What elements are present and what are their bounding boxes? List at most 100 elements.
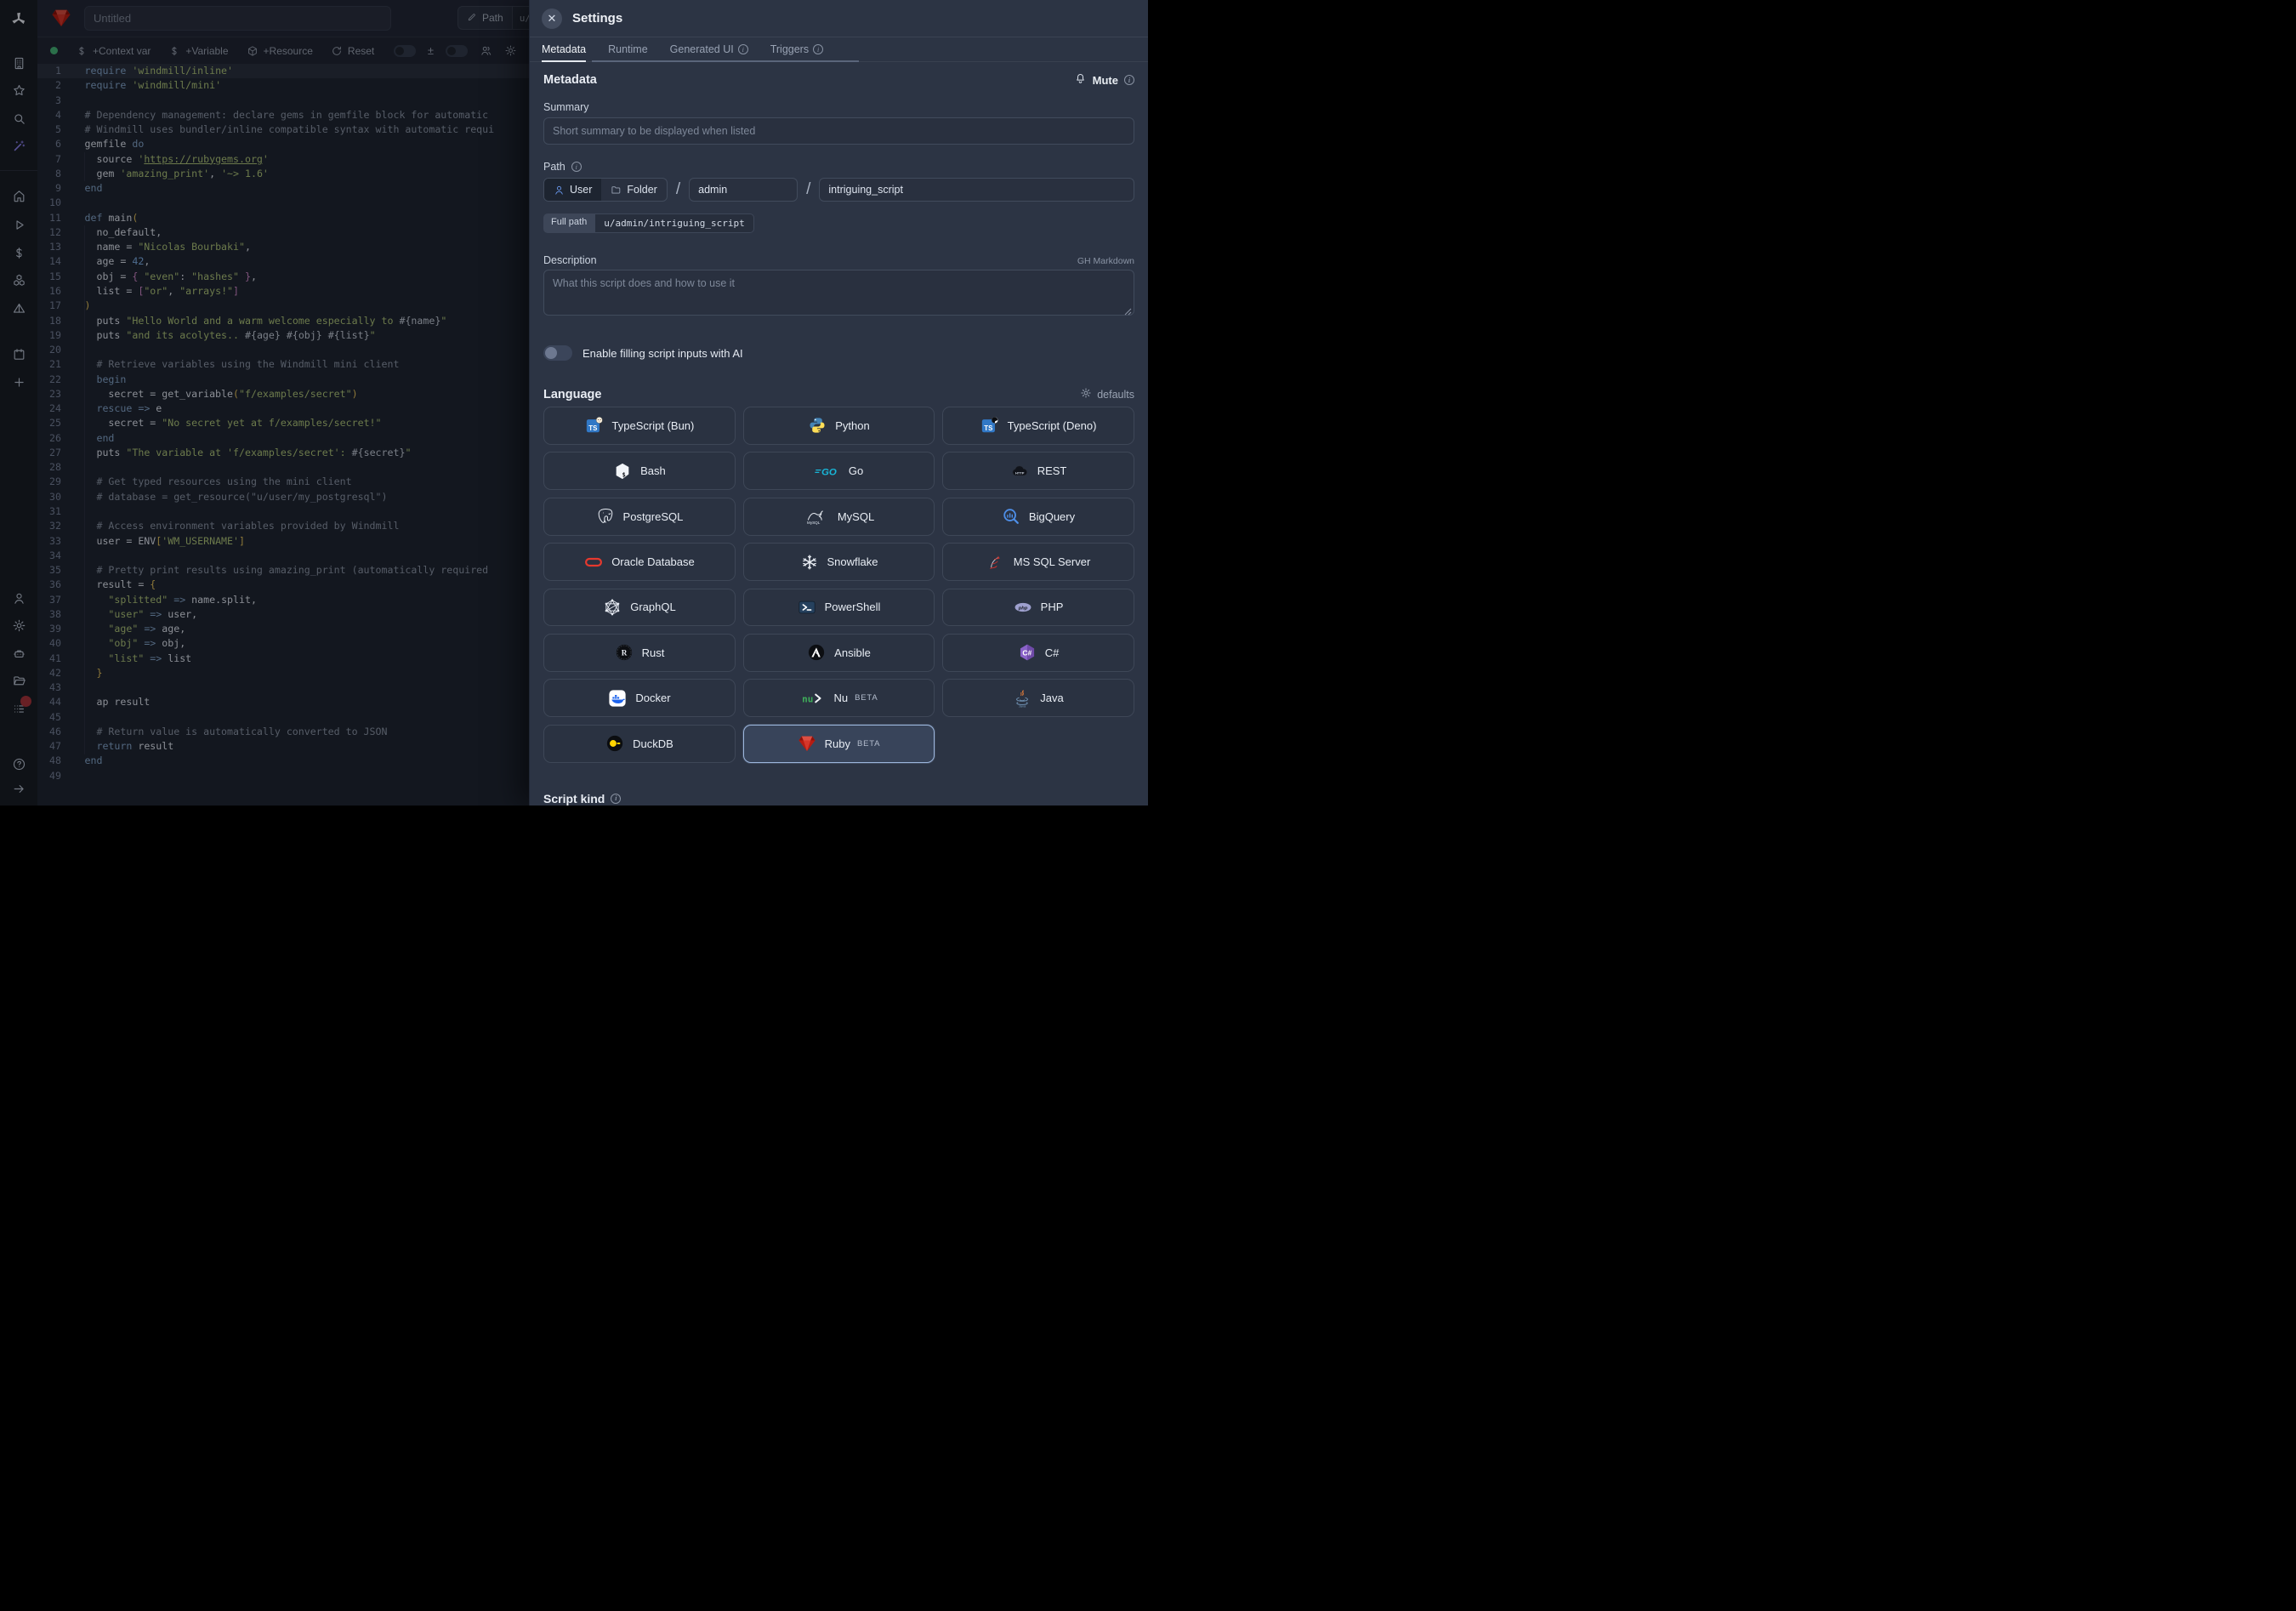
language-label: PostgreSQL [623, 510, 684, 523]
ai-fill-toggle[interactable] [543, 345, 572, 361]
language-python-button[interactable]: Python [743, 407, 935, 445]
sidebar-item-building-icon[interactable] [10, 54, 27, 71]
language-docker-button[interactable]: Docker [543, 679, 736, 717]
svg-text:GO: GO [821, 467, 837, 477]
line-number: 24 [37, 401, 61, 416]
language-rust-button[interactable]: RRust [543, 634, 736, 672]
toolbar-resource-button[interactable]: +Resource [247, 45, 313, 57]
sidebar-item-gear-icon[interactable] [10, 617, 27, 634]
line-number: 6 [37, 137, 61, 151]
sidebar-item-home-icon[interactable] [10, 187, 27, 204]
line-number: 47 [37, 739, 61, 754]
code-line-text: puts "and its acolytes.. #{age} #{obj} #… [85, 328, 376, 343]
language-nu-button[interactable]: nuNuBETA [743, 679, 935, 717]
tab-info-icon: i [738, 44, 748, 54]
line-number: 7 [37, 152, 61, 167]
script-title-input[interactable] [84, 6, 391, 31]
svg-text:TS: TS [588, 424, 597, 432]
toolbar-contextvar-button[interactable]: +Context var [76, 45, 151, 57]
language-typescript-deno--button[interactable]: TSTypeScript (Deno) [942, 407, 1134, 445]
language-graphql-button[interactable]: GraphQL [543, 589, 736, 627]
line-number: 19 [37, 328, 61, 343]
sidebar-item-calendar-icon[interactable] [10, 345, 27, 362]
line-number: 29 [37, 475, 61, 489]
language-ansible-button[interactable]: Ansible [743, 634, 935, 672]
plus-minus-icon: ± [428, 44, 434, 57]
code-line-text: } [85, 666, 103, 680]
path-info-icon: i [571, 162, 582, 172]
language-rest-button[interactable]: HTTPREST [942, 452, 1134, 490]
dollar-icon [168, 45, 180, 57]
mute-button[interactable]: Mute i [1074, 72, 1134, 88]
owner-input[interactable] [689, 178, 798, 202]
user-segment[interactable]: User [544, 179, 601, 201]
language-go-button[interactable]: GOGo [743, 452, 935, 490]
svg-text:HTTP: HTTP [1015, 470, 1025, 475]
editor-settings-gear-icon[interactable] [504, 44, 517, 57]
code-line-text: name = "Nicolas Bourbaki", [85, 240, 251, 254]
language-mysql-button[interactable]: MySQLMySQL [743, 498, 935, 536]
code-line-text: # Dependency management: declare gems in… [85, 108, 489, 122]
sidebar-item-folder-open-icon[interactable] [10, 672, 27, 689]
multiplayer-toggle[interactable] [446, 45, 468, 57]
language-bash-button[interactable]: $Bash [543, 452, 736, 490]
code-line-text: ) [85, 299, 91, 313]
code-line-text: # Retrieve variables using the Windmill … [85, 357, 400, 372]
line-number: 32 [37, 519, 61, 533]
settings-title: Settings [572, 11, 622, 26]
sidebar-item-robot-icon[interactable] [10, 645, 27, 662]
language-ms-sql-server-button[interactable]: MS SQL Server [942, 543, 1134, 581]
sidebar-item-magic-wand-icon[interactable] [10, 137, 27, 154]
summary-input[interactable] [543, 117, 1134, 145]
metadata-heading: Metadata [543, 73, 597, 87]
close-icon[interactable]: ✕ [542, 9, 562, 29]
language-duckdb-button[interactable]: DuckDB [543, 725, 736, 763]
full-path-badge: Full path u/admin/intriguing_script [543, 213, 754, 233]
sidebar-item-user-icon[interactable] [10, 589, 27, 606]
java-icon: Java [1013, 689, 1031, 708]
tab-runtime[interactable]: Runtime [608, 37, 648, 61]
code-line-text: gem 'amazing_print', '~> 1.6' [85, 167, 269, 181]
tab-metadata[interactable]: Metadata [542, 37, 586, 61]
language-label: PHP [1041, 601, 1064, 613]
script-name-input[interactable] [819, 178, 1134, 202]
sidebar-item-star-icon[interactable] [10, 82, 27, 99]
description-textarea[interactable] [543, 270, 1134, 316]
code-line-text: age = 42, [85, 254, 151, 269]
sidebar-item-plus-icon[interactable] [10, 373, 27, 390]
language-snowflake-button[interactable]: Snowflake [743, 543, 935, 581]
tab-generated-ui[interactable]: Generated UIi [670, 37, 748, 61]
language-label: Rust [642, 646, 665, 659]
resize-handle-icon[interactable] [1124, 308, 1132, 316]
language-c--button[interactable]: C#C# [942, 634, 1134, 672]
folder-segment[interactable]: Folder [601, 179, 666, 201]
sidebar-item-dollar-icon[interactable] [10, 244, 27, 261]
script-kind-info-icon: i [611, 794, 621, 804]
language-ruby-button[interactable]: RubyBETA [743, 725, 935, 763]
line-number: 26 [37, 431, 61, 446]
path-button-label: Path [482, 12, 503, 24]
tab-triggers[interactable]: Triggersi [770, 37, 823, 61]
sidebar-item-cubes-icon[interactable] [10, 271, 27, 288]
sidebar-item-search-icon[interactable] [10, 110, 27, 127]
diff-toggle[interactable] [394, 45, 416, 57]
language-php-button[interactable]: phpPHP [942, 589, 1134, 627]
language-typescript-bun--button[interactable]: TSTypeScript (Bun) [543, 407, 736, 445]
code-line-text: # Return value is automatically converte… [85, 725, 388, 739]
sidebar-item-prism-icon[interactable] [10, 299, 27, 316]
defaults-button[interactable]: defaults [1080, 387, 1134, 401]
language-java-button[interactable]: JavaJava [942, 679, 1134, 717]
toolbar-variable-button[interactable]: +Variable [168, 45, 228, 57]
language-bigquery-button[interactable]: BigQuery [942, 498, 1134, 536]
toolbar-reset-button[interactable]: Reset [331, 45, 374, 57]
language-powershell-button[interactable]: PowerShell [743, 589, 935, 627]
description-label: Description [543, 254, 597, 266]
language-oracle-database-button[interactable]: Oracle Database [543, 543, 736, 581]
language-postgresql-button[interactable]: PostgreSQL [543, 498, 736, 536]
sidebar-item-play-icon[interactable] [10, 216, 27, 233]
docker-icon [608, 689, 627, 708]
line-number: 36 [37, 578, 61, 592]
sidebar-item-help-icon[interactable] [10, 755, 27, 772]
folder-icon [611, 185, 622, 196]
sidebar-item-arrow-right-icon[interactable] [10, 780, 27, 797]
